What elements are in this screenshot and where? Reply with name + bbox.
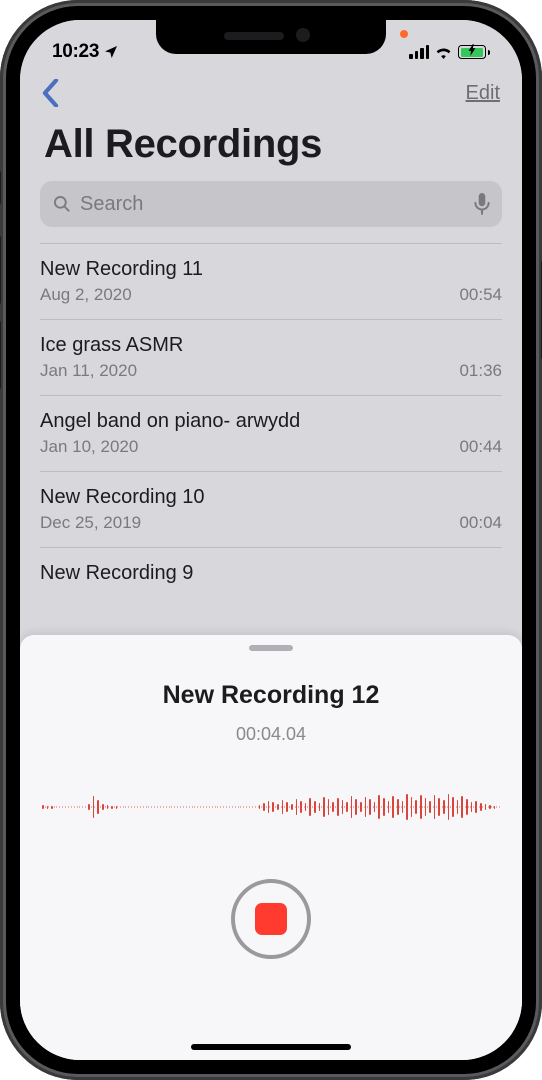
- recording-row[interactable]: New Recording 10 Dec 25, 2019 00:04: [40, 471, 502, 547]
- recording-duration: 01:36: [459, 361, 502, 381]
- waveform[interactable]: [20, 777, 522, 837]
- recording-sheet[interactable]: New Recording 12 00:04.04: [20, 635, 522, 1060]
- active-recording-title[interactable]: New Recording 12: [163, 681, 380, 710]
- cellular-signal-icon: [409, 45, 429, 59]
- active-recording-elapsed: 00:04.04: [236, 724, 306, 745]
- wifi-icon: [434, 45, 453, 59]
- status-time: 10:23: [52, 41, 99, 63]
- status-bar: 10:23: [20, 20, 522, 70]
- recording-date: Jan 11, 2020: [40, 361, 137, 381]
- recordings-list[interactable]: New Recording 11 Aug 2, 2020 00:54 Ice gras…: [20, 243, 522, 603]
- search-input[interactable]: Search: [40, 181, 502, 227]
- recording-date: Aug 2, 2020: [40, 285, 132, 305]
- recording-indicator-dot: [400, 30, 408, 38]
- recording-duration: 00:44: [459, 437, 502, 457]
- stop-recording-button[interactable]: [231, 879, 311, 959]
- back-button[interactable]: [42, 79, 59, 107]
- recording-duration: 00:04: [459, 513, 502, 533]
- recording-row[interactable]: New Recording 9: [40, 547, 502, 603]
- dictate-icon[interactable]: [474, 193, 490, 215]
- location-icon: [103, 44, 119, 60]
- stop-icon: [255, 903, 287, 935]
- recording-duration: 00:54: [459, 285, 502, 305]
- sheet-grabber[interactable]: [249, 645, 293, 651]
- recording-date: Jan 10, 2020: [40, 437, 138, 457]
- nav-bar: Edit: [20, 70, 522, 112]
- recording-title: New Recording 10: [40, 486, 502, 509]
- battery-icon: [458, 45, 490, 59]
- home-indicator[interactable]: [191, 1044, 351, 1050]
- recording-row[interactable]: Ice grass ASMR Jan 11, 2020 01:36: [40, 319, 502, 395]
- recording-row[interactable]: New Recording 11 Aug 2, 2020 00:54: [40, 243, 502, 319]
- recording-title: Angel band on piano- arwydd: [40, 410, 502, 433]
- page-title: All Recordings: [44, 122, 498, 167]
- recording-title: New Recording 11: [40, 258, 502, 281]
- recording-date: Dec 25, 2019: [40, 513, 141, 533]
- recording-row[interactable]: Angel band on piano- arwydd Jan 10, 2020 0…: [40, 395, 502, 471]
- edit-button[interactable]: Edit: [466, 82, 500, 105]
- recording-title: Ice grass ASMR: [40, 334, 502, 357]
- search-placeholder: Search: [80, 193, 466, 216]
- search-icon: [52, 194, 72, 214]
- recording-title: New Recording 9: [40, 562, 502, 585]
